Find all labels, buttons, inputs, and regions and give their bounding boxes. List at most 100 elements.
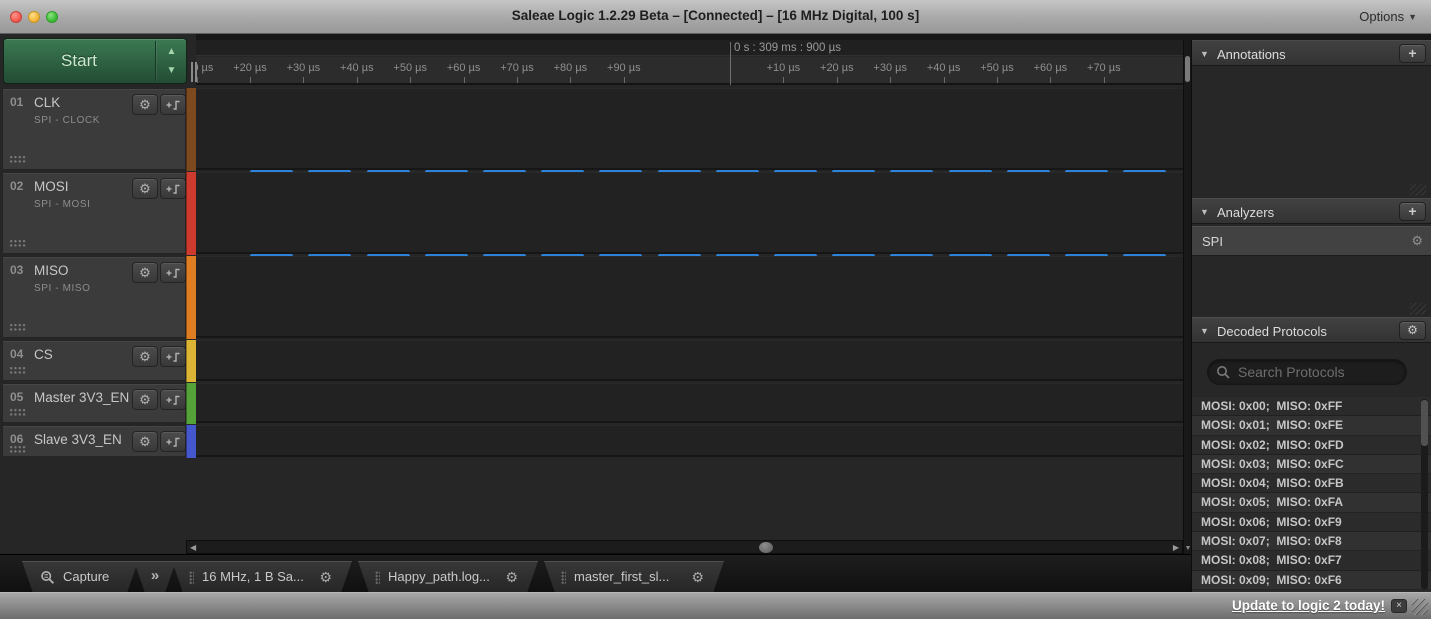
channel-trigger-button[interactable] — [160, 94, 186, 115]
waveform-lane[interactable] — [196, 172, 1183, 254]
decoded-settings-button[interactable]: ⚙ — [1399, 321, 1426, 340]
channel-trigger-button[interactable] — [160, 262, 186, 283]
chevron-up-icon[interactable]: ▲ — [156, 46, 187, 57]
decoded-row[interactable]: MOSI: 0x00; MISO: 0xFF — [1192, 397, 1431, 416]
channel-trigger-button[interactable] — [160, 389, 186, 410]
start-button-options[interactable]: ▲ ▼ — [156, 39, 187, 83]
capture-zoom-icon — [40, 570, 56, 585]
decoded-protocols-title: Decoded Protocols — [1217, 324, 1327, 339]
search-protocols-input[interactable] — [1207, 359, 1407, 385]
horizontal-scrollbar[interactable]: ◀ ▶ — [186, 540, 1183, 554]
channel-drag-handle[interactable] — [9, 323, 27, 331]
channel-drag-handle[interactable] — [9, 408, 27, 416]
channel-trigger-button[interactable] — [160, 178, 186, 199]
collapse-triangle-icon[interactable]: ▼ — [1200, 326, 1209, 336]
channel-color-stripe — [186, 383, 196, 424]
time-tick-label: +60 µs — [447, 62, 481, 74]
analyzer-item-spi[interactable]: SPI ⚙ — [1192, 226, 1431, 256]
channel-row-mosi[interactable]: 02MOSISPI - MOSI⚙ — [2, 172, 186, 254]
gear-icon[interactable]: ⚙ — [691, 561, 704, 593]
panel-resize-grip[interactable] — [1410, 303, 1426, 315]
decoded-row[interactable]: MOSI: 0x05; MISO: 0xFA — [1192, 493, 1431, 512]
horizontal-scroll-thumb[interactable] — [759, 542, 773, 553]
tab-drag-handle[interactable] — [561, 571, 566, 584]
absolute-time-label: 0 s : 309 ms : 900 µs — [734, 42, 841, 54]
decoded-row[interactable]: MOSI: 0x03; MISO: 0xFC — [1192, 455, 1431, 474]
window-resize-grip[interactable] — [1412, 599, 1428, 615]
vertical-scrollbar[interactable]: ▼ — [1183, 40, 1191, 554]
tab-overflow-button[interactable]: » — [134, 561, 176, 593]
decoded-row[interactable]: MOSI: 0x04; MISO: 0xFB — [1192, 474, 1431, 493]
waveform-lane[interactable] — [196, 383, 1183, 423]
channel-row-cs[interactable]: 04CS⚙ — [2, 340, 186, 381]
tab-drag-handle[interactable] — [375, 571, 380, 584]
waveform-lane[interactable] — [196, 340, 1183, 381]
channel-settings-button[interactable]: ⚙ — [132, 346, 158, 367]
timeline-left-grip[interactable] — [191, 62, 197, 82]
tab-document-1[interactable]: 16 MHz, 1 B Sa...⚙ — [172, 561, 352, 593]
scroll-right-icon[interactable]: ▶ — [1173, 542, 1179, 553]
panel-resize-grip[interactable] — [1410, 184, 1426, 196]
options-menu[interactable]: Options▼ — [1359, 9, 1417, 24]
channel-row-miso[interactable]: 03MISOSPI - MISO⚙ — [2, 256, 186, 338]
timeline-ruler[interactable]: +10 µs+20 µs+30 µs+40 µs+50 µs+60 µs+70 … — [196, 57, 1183, 85]
channel-settings-button[interactable]: ⚙ — [132, 94, 158, 115]
channel-analyzer-label: SPI - MISO — [34, 283, 91, 294]
time-tick-label: +30 µs — [873, 62, 907, 74]
gear-icon[interactable]: ⚙ — [505, 561, 518, 593]
time-tick-mark — [624, 77, 625, 83]
decoded-row[interactable]: MOSI: 0x02; MISO: 0xFD — [1192, 436, 1431, 455]
chevron-down-icon: ▼ — [1408, 12, 1417, 22]
time-tick-label: +30 µs — [287, 62, 321, 74]
tab-document-3[interactable]: master_first_sl...⚙ — [544, 561, 724, 593]
channel-row-clk[interactable]: 01CLKSPI - CLOCK⚙ — [2, 88, 186, 170]
channel-settings-button[interactable]: ⚙ — [132, 431, 158, 452]
channel-drag-handle[interactable] — [9, 366, 27, 374]
decoded-row[interactable]: MOSI: 0x06; MISO: 0xF9 — [1192, 513, 1431, 532]
add-analyzer-button[interactable]: + — [1399, 202, 1426, 221]
saleae-logic-window: Saleae Logic 1.2.29 Beta – [Connected] –… — [0, 0, 1431, 619]
channel-drag-handle[interactable] — [9, 445, 27, 453]
channel-name: CLK — [34, 95, 60, 110]
update-logic2-link[interactable]: Update to logic 2 today! — [1232, 598, 1385, 613]
scroll-left-icon[interactable]: ◀ — [190, 542, 196, 553]
channel-settings-button[interactable]: ⚙ — [132, 389, 158, 410]
tab-drag-handle[interactable] — [189, 571, 194, 584]
time-tick-label: +50 µs — [980, 62, 1014, 74]
vertical-scroll-thumb[interactable] — [1185, 56, 1190, 82]
collapse-triangle-icon[interactable]: ▼ — [1200, 49, 1209, 59]
waveform-lane[interactable] — [196, 256, 1183, 338]
channel-color-stripe — [186, 425, 196, 458]
channel-row-slave-3v3-en[interactable]: 06Slave 3V3_EN⚙ — [2, 425, 186, 457]
tab-capture[interactable]: Capture — [22, 561, 138, 593]
start-capture-button[interactable]: Start ▲ ▼ — [3, 38, 187, 84]
channel-drag-handle[interactable] — [9, 239, 27, 247]
channel-settings-button[interactable]: ⚙ — [132, 262, 158, 283]
waveform-lane[interactable] — [196, 425, 1183, 457]
close-icon[interactable]: × — [1391, 599, 1407, 613]
timeline-absolute-bar[interactable]: 0 s : 309 ms : 900 µs — [196, 40, 1183, 56]
gear-icon[interactable]: ⚙ — [319, 561, 332, 593]
annotations-header[interactable]: ▼ Annotations + — [1192, 40, 1431, 66]
waveform-lane[interactable] — [196, 88, 1183, 170]
gear-icon[interactable]: ⚙ — [1411, 233, 1423, 249]
add-annotation-button[interactable]: + — [1399, 44, 1426, 63]
channel-drag-handle[interactable] — [9, 155, 27, 163]
decoded-row[interactable]: MOSI: 0x09; MISO: 0xF6 — [1192, 571, 1431, 590]
channel-trigger-button[interactable] — [160, 346, 186, 367]
channel-number: 03 — [10, 263, 23, 277]
decoded-protocols-header[interactable]: ▼ Decoded Protocols ⚙ — [1192, 317, 1431, 343]
decoded-row[interactable]: MOSI: 0x01; MISO: 0xFE — [1192, 416, 1431, 435]
analyzers-header[interactable]: ▼ Analyzers + — [1192, 198, 1431, 224]
decoded-list-scroll-thumb[interactable] — [1421, 400, 1428, 446]
time-tick-label: +10 µs — [196, 62, 213, 74]
tab-document-2[interactable]: Happy_path.log...⚙ — [358, 561, 538, 593]
channel-settings-button[interactable]: ⚙ — [132, 178, 158, 199]
window-title: Saleae Logic 1.2.29 Beta – [Connected] –… — [0, 8, 1431, 23]
channel-row-master-3v3-en[interactable]: 05Master 3V3_EN⚙ — [2, 383, 186, 423]
decoded-row[interactable]: MOSI: 0x08; MISO: 0xF7 — [1192, 551, 1431, 570]
collapse-triangle-icon[interactable]: ▼ — [1200, 207, 1209, 217]
channel-trigger-button[interactable] — [160, 431, 186, 452]
decoded-row[interactable]: MOSI: 0x07; MISO: 0xF8 — [1192, 532, 1431, 551]
chevron-down-icon[interactable]: ▼ — [156, 65, 187, 76]
